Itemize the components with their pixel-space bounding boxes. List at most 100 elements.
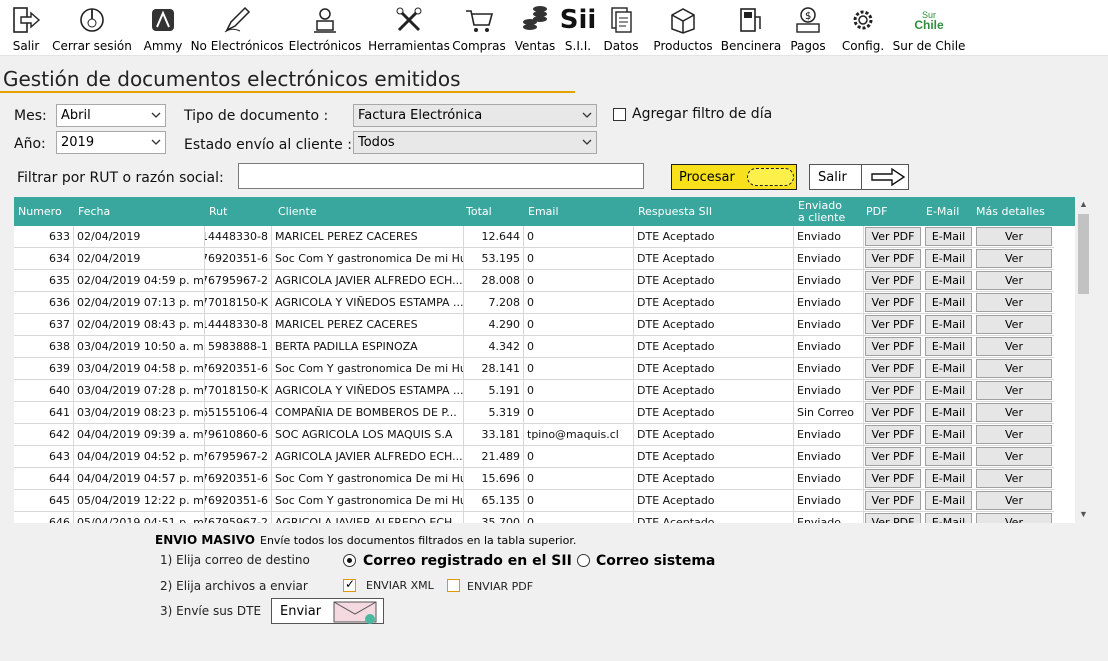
cell-numero: 638 bbox=[14, 336, 74, 357]
header-fecha[interactable]: Fecha bbox=[78, 197, 110, 226]
header-email-btn[interactable]: E-Mail bbox=[926, 197, 959, 226]
toolbar-exit-button[interactable]: Salir bbox=[10, 0, 42, 56]
table-row[interactable]: 636 02/04/2019 07:13 p. m. 77018150-K AGRIC… bbox=[14, 292, 1054, 314]
header-mas-detalles[interactable]: Más detalles bbox=[976, 197, 1045, 226]
table-row[interactable]: 645 05/04/2019 12:22 p. m. 76920351-6 Soc C… bbox=[14, 490, 1054, 512]
email-button[interactable]: E-Mail bbox=[925, 227, 972, 246]
ver-detalles-button[interactable]: Ver bbox=[976, 469, 1052, 488]
email-button[interactable]: E-Mail bbox=[925, 425, 972, 444]
header-total[interactable]: Total bbox=[466, 197, 492, 226]
anio-select[interactable]: 2019 bbox=[56, 131, 166, 154]
estado-select[interactable]: Todos bbox=[353, 131, 597, 154]
ver-pdf-button[interactable]: Ver PDF bbox=[865, 381, 921, 400]
table-row[interactable]: 643 04/04/2019 04:52 p. m. 76795967-2 AGRIC… bbox=[14, 446, 1054, 468]
grid-scrollbar[interactable]: ▲ ▼ bbox=[1075, 197, 1092, 523]
email-button[interactable]: E-Mail bbox=[925, 491, 972, 510]
toolbar-pen-button[interactable]: No Electrónicos bbox=[191, 0, 283, 56]
email-button[interactable]: E-Mail bbox=[925, 513, 972, 523]
header-email[interactable]: Email bbox=[528, 197, 559, 226]
table-row[interactable]: 635 02/04/2019 04:59 p. m. 76795967-2 AGRIC… bbox=[14, 270, 1054, 292]
ver-pdf-button[interactable]: Ver PDF bbox=[865, 447, 921, 466]
table-row[interactable]: 640 03/04/2019 07:28 p. m. 77018150-K AGRIC… bbox=[14, 380, 1054, 402]
ver-pdf-button[interactable]: Ver PDF bbox=[865, 227, 921, 246]
ver-pdf-button[interactable]: Ver PDF bbox=[865, 337, 921, 356]
ver-detalles-button[interactable]: Ver bbox=[976, 381, 1052, 400]
ver-pdf-button[interactable]: Ver PDF bbox=[865, 249, 921, 268]
table-row[interactable]: 638 03/04/2019 10:50 a. m. 5983888-1 BERTA … bbox=[14, 336, 1054, 358]
toolbar-fuel-button[interactable]: Bencinera bbox=[721, 0, 781, 56]
email-button[interactable]: E-Mail bbox=[925, 359, 972, 378]
header-numero[interactable]: Numero bbox=[18, 197, 62, 226]
enviar-pdf-checkbox[interactable] bbox=[447, 579, 460, 592]
tipo-select[interactable]: Factura Electrónica bbox=[353, 104, 597, 127]
toolbar-sii-button[interactable]: Sii S.I.I. bbox=[560, 0, 597, 56]
table-row[interactable]: 633 02/04/2019 14448330-8 MARICEL PEREZ CAC… bbox=[14, 226, 1054, 248]
toolbar-logout-button[interactable]: Cerrar sesión bbox=[52, 0, 132, 56]
radio-correo-sii[interactable] bbox=[343, 554, 356, 567]
toolbar-coins-button[interactable]: Ventas bbox=[515, 0, 555, 56]
table-row[interactable]: 641 03/04/2019 08:23 p. m. 65155106-4 COMPA… bbox=[14, 402, 1054, 424]
ver-detalles-button[interactable]: Ver bbox=[976, 513, 1052, 523]
ver-detalles-button[interactable]: Ver bbox=[976, 271, 1052, 290]
ver-detalles-button[interactable]: Ver bbox=[976, 447, 1052, 466]
toolbar-documents-button[interactable]: Datos bbox=[604, 0, 638, 56]
toolbar-gear-button[interactable]: Config. bbox=[841, 0, 885, 56]
table-row[interactable]: 634 02/04/2019 76920351-6 Soc Com Y gastron… bbox=[14, 248, 1054, 270]
salir-button[interactable]: Salir bbox=[809, 164, 909, 190]
email-button[interactable]: E-Mail bbox=[925, 381, 972, 400]
ver-pdf-button[interactable]: Ver PDF bbox=[865, 315, 921, 334]
email-button[interactable]: E-Mail bbox=[925, 249, 972, 268]
ver-pdf-button[interactable]: Ver PDF bbox=[865, 359, 921, 378]
radio-correo-sistema[interactable] bbox=[577, 554, 590, 567]
email-button[interactable]: E-Mail bbox=[925, 469, 972, 488]
ver-detalles-button[interactable]: Ver bbox=[976, 403, 1052, 422]
table-row[interactable]: 644 04/04/2019 04:57 p. m. 76920351-6 Soc C… bbox=[14, 468, 1054, 490]
enviar-button[interactable]: Enviar bbox=[271, 598, 384, 624]
ver-detalles-button[interactable]: Ver bbox=[976, 359, 1052, 378]
email-button[interactable]: E-Mail bbox=[925, 447, 972, 466]
header-rut[interactable]: Rut bbox=[209, 197, 227, 226]
table-row[interactable]: 646 05/04/2019 04:51 p. m. 76795967-2 AGRIC… bbox=[14, 512, 1054, 523]
toolbar-money-button[interactable]: $ Pagos bbox=[790, 0, 826, 56]
toolbar-box-button[interactable]: Productos bbox=[653, 0, 713, 56]
email-button[interactable]: E-Mail bbox=[925, 271, 972, 290]
ver-pdf-button[interactable]: Ver PDF bbox=[865, 403, 921, 422]
table-row[interactable]: 639 03/04/2019 04:58 p. m. 76920351-6 Soc C… bbox=[14, 358, 1054, 380]
enviar-xml-checkbox[interactable] bbox=[343, 577, 356, 592]
toolbar-sur-de-chile-button[interactable]: Sur Chile Sur de Chile bbox=[893, 0, 966, 56]
ver-pdf-button[interactable]: Ver PDF bbox=[865, 469, 921, 488]
scroll-down-icon[interactable]: ▼ bbox=[1079, 509, 1088, 519]
table-row[interactable]: 642 04/04/2019 09:39 a. m. 79610860-6 SOC A… bbox=[14, 424, 1054, 446]
scroll-thumb[interactable] bbox=[1078, 214, 1089, 294]
scroll-up-icon[interactable]: ▲ bbox=[1079, 199, 1088, 209]
email-button[interactable]: E-Mail bbox=[925, 403, 972, 422]
toolbar-tools-button[interactable]: Herramientas bbox=[368, 0, 450, 56]
rut-filter-input[interactable] bbox=[238, 163, 644, 189]
email-button[interactable]: E-Mail bbox=[925, 293, 972, 312]
dia-filter-checkbox[interactable] bbox=[613, 108, 626, 121]
toolbar-ammy-button[interactable]: Ammy bbox=[143, 0, 183, 56]
header-cliente[interactable]: Cliente bbox=[278, 197, 317, 226]
ver-detalles-button[interactable]: Ver bbox=[976, 425, 1052, 444]
toolbar-cart-button[interactable]: Compras bbox=[452, 0, 506, 56]
toolbar-user-laptop-button[interactable]: Electrónicos bbox=[289, 0, 361, 56]
email-button[interactable]: E-Mail bbox=[925, 337, 972, 356]
ver-pdf-button[interactable]: Ver PDF bbox=[865, 271, 921, 290]
ver-pdf-button[interactable]: Ver PDF bbox=[865, 513, 921, 523]
header-respuesta-sii[interactable]: Respuesta SII bbox=[638, 197, 712, 226]
header-pdf[interactable]: PDF bbox=[866, 197, 887, 226]
ver-detalles-button[interactable]: Ver bbox=[976, 337, 1052, 356]
email-button[interactable]: E-Mail bbox=[925, 315, 972, 334]
ver-detalles-button[interactable]: Ver bbox=[976, 491, 1052, 510]
ver-pdf-button[interactable]: Ver PDF bbox=[865, 293, 921, 312]
ver-detalles-button[interactable]: Ver bbox=[976, 315, 1052, 334]
ver-detalles-button[interactable]: Ver bbox=[976, 293, 1052, 312]
procesar-button[interactable]: Procesar bbox=[671, 164, 797, 190]
table-row[interactable]: 637 02/04/2019 08:43 p. m. 14448330-8 MARIC… bbox=[14, 314, 1054, 336]
mes-select[interactable]: Abril bbox=[56, 104, 166, 127]
ver-detalles-button[interactable]: Ver bbox=[976, 249, 1052, 268]
ver-pdf-button[interactable]: Ver PDF bbox=[865, 491, 921, 510]
ver-detalles-button[interactable]: Ver bbox=[976, 227, 1052, 246]
ver-pdf-button[interactable]: Ver PDF bbox=[865, 425, 921, 444]
header-enviado[interactable]: Enviado a cliente bbox=[798, 197, 845, 226]
